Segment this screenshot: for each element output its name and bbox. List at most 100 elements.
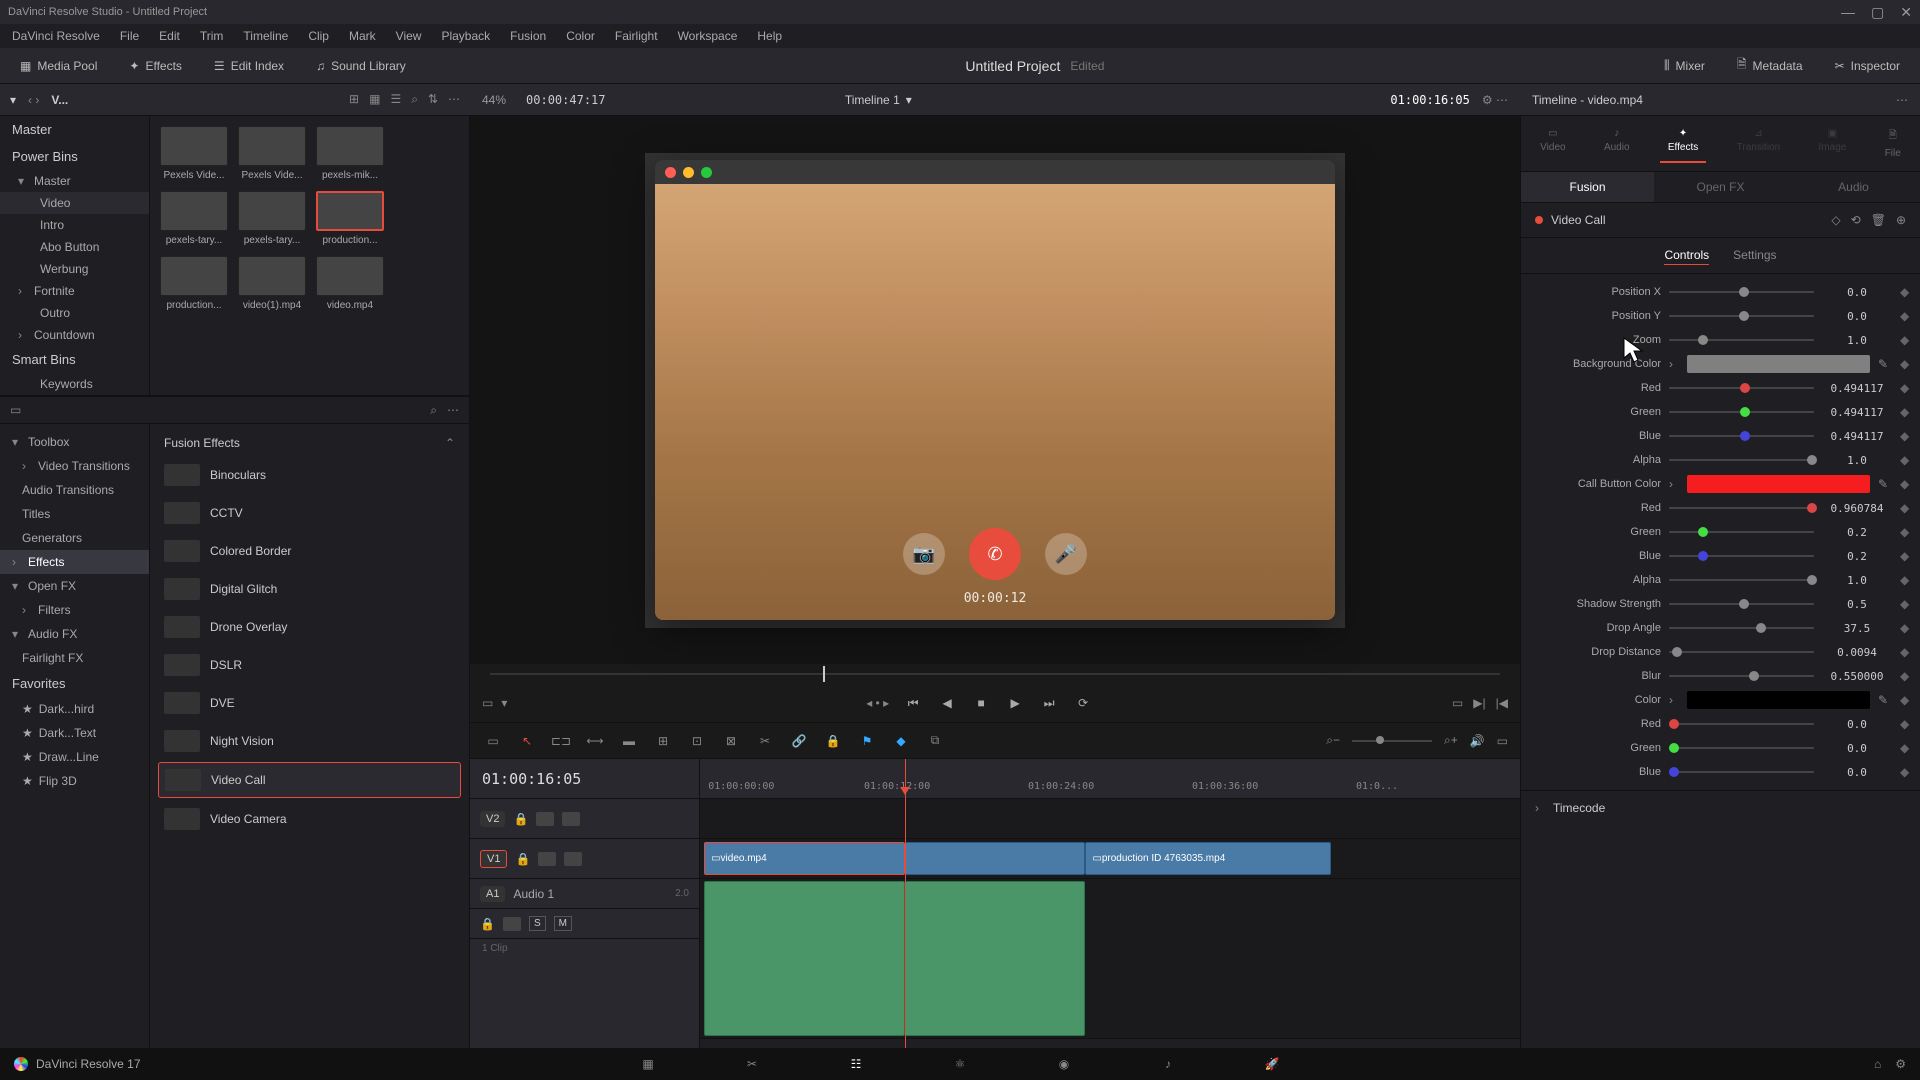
viewer-options-icon[interactable]: ⚙ ⋯ [1482, 93, 1508, 107]
subtab-audio[interactable]: Audio [1787, 172, 1920, 202]
page-color[interactable]: ◉ [1052, 1052, 1076, 1076]
bin-keywords[interactable]: Keywords [0, 373, 149, 395]
replace-tool[interactable]: ⊠ [720, 730, 742, 752]
match-frame-icon[interactable]: ▭ [1452, 696, 1463, 710]
clip-thumb[interactable]: pexels-tary... [160, 191, 228, 246]
cat-openfx[interactable]: ▾Open FX [0, 574, 149, 598]
menu-playback[interactable]: Playback [441, 29, 490, 43]
slider-angle[interactable] [1669, 627, 1814, 629]
enable-dot-icon[interactable] [1535, 216, 1543, 224]
maximize-icon[interactable]: ▢ [1871, 4, 1884, 21]
favorites-header[interactable]: Favorites [0, 670, 149, 697]
view-thumb-icon[interactable]: ▦ [369, 92, 380, 107]
metadata-button[interactable]: 🗎 Metadata [1729, 51, 1811, 80]
value-s-b[interactable]: 0.0 [1822, 766, 1892, 779]
eyedropper-icon[interactable]: ✎ [1878, 477, 1892, 491]
timecode-section[interactable]: › Timecode [1521, 790, 1920, 825]
clip-thumb[interactable]: pexels-mik... [316, 126, 384, 181]
value-s-r[interactable]: 0.0 [1822, 718, 1892, 731]
reset-icon[interactable]: ⟲ [1851, 213, 1861, 227]
clip-thumb[interactable]: production... [160, 256, 228, 311]
effect-item[interactable]: Video Camera [158, 802, 461, 836]
edit-index-button[interactable]: ☰ Edit Index [206, 55, 292, 77]
track-v1[interactable]: ▭ video.mp4 ▭ production ID 4763035.mp4 [700, 839, 1520, 879]
viewer-mode-icon[interactable]: ▭ [482, 696, 493, 710]
viewer-scrubber[interactable] [490, 664, 1500, 684]
menu-edit[interactable]: Edit [159, 29, 180, 43]
keyframe-icon[interactable]: ◆ [1900, 645, 1910, 659]
cat-fairlightfx[interactable]: Fairlight FX [0, 646, 149, 670]
close-icon[interactable]: ✕ [1900, 4, 1912, 21]
fav-item[interactable]: ★ Dark...Text [0, 721, 149, 745]
value-bg-g[interactable]: 0.494117 [1822, 406, 1892, 419]
effect-item[interactable]: Night Vision [158, 724, 461, 758]
effect-item[interactable]: Digital Glitch [158, 572, 461, 606]
media-pool-button[interactable]: ▦ Media Pool [12, 55, 105, 77]
effect-item[interactable]: Colored Border [158, 534, 461, 568]
slider-shadow[interactable] [1669, 603, 1814, 605]
value-btn-a[interactable]: 1.0 [1822, 574, 1892, 587]
keyframe-icon[interactable]: ◆ [1900, 309, 1910, 323]
viewer-zoom[interactable]: 44% [482, 93, 506, 107]
keyframe-icon[interactable]: ◆ [1900, 549, 1910, 563]
minimize-icon[interactable]: — [1841, 4, 1855, 21]
search-icon[interactable]: ⌕ [430, 403, 437, 418]
bin-outro[interactable]: Outro [0, 302, 149, 324]
slider-bg-r[interactable] [1669, 387, 1814, 389]
menu-color[interactable]: Color [566, 29, 595, 43]
sort-icon[interactable]: ⇅ [428, 92, 438, 107]
value-blur[interactable]: 0.550000 [1822, 670, 1892, 683]
page-fairlight[interactable]: ♪ [1156, 1052, 1180, 1076]
slider-dist[interactable] [1669, 651, 1814, 653]
menu-help[interactable]: Help [757, 29, 782, 43]
tab-transition[interactable]: ⊿Transition [1729, 124, 1789, 163]
keyframe-icon[interactable]: ◆ [1900, 477, 1910, 491]
link-icon[interactable]: 🔗 [788, 730, 810, 752]
slider-btn-b[interactable] [1669, 555, 1814, 557]
snap-icon[interactable]: ⧉ [924, 730, 946, 752]
more-icon[interactable]: ⋯ [447, 403, 459, 418]
timeline-ruler[interactable]: 01:00:00:00 01:00:12:00 01:00:24:00 01:0… [700, 759, 1520, 799]
value-btn-r[interactable]: 0.960784 [1822, 502, 1892, 515]
panel-toggle-icon[interactable]: ▭ [10, 403, 21, 417]
view-metadata-icon[interactable]: ⊞ [349, 92, 359, 107]
swatch-shadowcolor[interactable] [1687, 691, 1870, 709]
search-icon[interactable]: ⌕ [411, 92, 418, 107]
value-zoom[interactable]: 1.0 [1822, 334, 1892, 347]
value-posy[interactable]: 0.0 [1822, 310, 1892, 323]
lock-icon[interactable]: 🔒 [480, 917, 495, 931]
keyframe-icon[interactable]: ◆ [1900, 525, 1910, 539]
clip-video[interactable]: ▭ video.mp4 [704, 842, 905, 875]
keyframe-icon[interactable]: ◆ [1900, 597, 1910, 611]
trash-icon[interactable]: 🗑 [1871, 213, 1886, 227]
swatch-btncolor[interactable] [1687, 475, 1870, 493]
keyframe-icon[interactable]: ◆ [1900, 573, 1910, 587]
goto-end-button[interactable]: ⏭ [1039, 693, 1059, 713]
effect-item[interactable]: DVE [158, 686, 461, 720]
menu-timeline[interactable]: Timeline [243, 29, 288, 43]
clip-thumb[interactable]: video(1).mp4 [238, 256, 306, 311]
page-media[interactable]: ▦ [636, 1052, 660, 1076]
effect-item-video-call[interactable]: Video Call [158, 762, 461, 798]
slider-btn-a[interactable] [1669, 579, 1814, 581]
cat-titles[interactable]: Titles [0, 502, 149, 526]
subtab-fusion[interactable]: Fusion [1521, 172, 1654, 202]
bin-werbung[interactable]: Werbung [0, 258, 149, 280]
clip-thumb[interactable]: video.mp4 [316, 256, 384, 311]
keyframe-icon[interactable]: ◆ [1900, 621, 1910, 635]
slider-posx[interactable] [1669, 291, 1814, 293]
clip-audio[interactable] [905, 881, 1085, 1036]
menu-view[interactable]: View [396, 29, 422, 43]
tab-video[interactable]: ▭Video [1532, 124, 1573, 163]
tab-effects[interactable]: ✦Effects [1660, 124, 1706, 163]
tab-image[interactable]: ▣Image [1811, 124, 1855, 163]
inspector-button[interactable]: ✂ Inspector [1827, 55, 1908, 77]
more-icon[interactable]: ⋯ [448, 92, 460, 107]
keyframe-icon[interactable]: ◆ [1900, 669, 1910, 683]
slider-bg-a[interactable] [1669, 459, 1814, 461]
value-s-g[interactable]: 0.0 [1822, 742, 1892, 755]
keyframe-icon[interactable]: ◆ [1900, 765, 1910, 779]
prev-edit-icon[interactable]: |◀ [1496, 696, 1508, 710]
cat-filters[interactable]: ›Filters [0, 598, 149, 622]
dynamic-trim-tool[interactable]: ⟷ [584, 730, 606, 752]
